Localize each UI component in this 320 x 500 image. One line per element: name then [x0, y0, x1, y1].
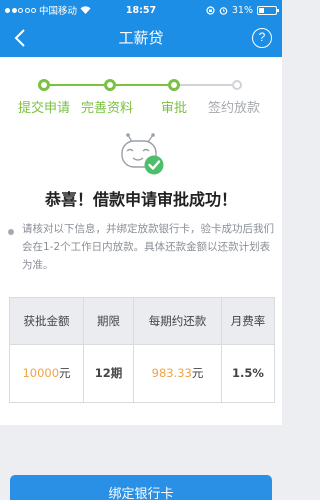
cell-installment: 983.33元 — [133, 343, 222, 404]
notice-bullet — [8, 229, 14, 235]
table-row: 10000元 12期 983.33元 1.5% — [9, 343, 275, 404]
battery-icon — [257, 5, 279, 15]
step-dot-approval — [168, 79, 180, 91]
help-button[interactable]: ? — [252, 28, 272, 48]
step-connector — [180, 84, 232, 86]
signal-icon — [5, 7, 36, 13]
installment-amount: 983.33 — [151, 366, 192, 381]
step-label-profile: 完善资料 — [81, 101, 134, 116]
page-title: 工薪贷 — [118, 29, 164, 47]
approved-amount: 10000 — [22, 366, 60, 381]
installment-unit: 元 — [191, 366, 204, 381]
step-label-approval: 审批 — [161, 101, 188, 116]
header-term: 期限 — [83, 297, 134, 345]
alarm-icon — [219, 6, 228, 15]
step-dot-profile — [104, 79, 116, 91]
battery-percent: 31% — [231, 4, 253, 16]
cell-monthly-rate: 1.5% — [221, 343, 275, 404]
cell-term: 12期 — [83, 343, 134, 404]
header-installment: 每期约还款 — [133, 297, 222, 345]
step-dot-submitted — [38, 79, 50, 91]
step-dot-signing — [232, 80, 242, 90]
notice-text: 请核对以下信息，并绑定放款银行卡，验卡成功后我们会在1-2个工作日内放款。具体还… — [22, 223, 274, 271]
lock-rotation-icon — [206, 5, 215, 15]
success-title: 恭喜！借款申请审批成功！ — [44, 190, 237, 209]
nav-bar: 工薪贷 ? — [0, 20, 282, 57]
step-label-signing: 签约放款 — [208, 101, 261, 116]
amount-unit: 元 — [59, 366, 71, 381]
loan-summary-table: 获批金额 期限 每期约还款 月费率 10000元 12期 983.33元 1.5… — [9, 297, 275, 404]
approved-mascot-icon — [121, 133, 164, 175]
step-label-submitted: 提交申请 — [18, 101, 71, 116]
step-connector — [116, 84, 168, 86]
bind-bank-card-button[interactable]: 绑定银行卡 — [10, 475, 272, 500]
header-approved-amount: 获批金额 — [9, 297, 84, 345]
status-bar: 中国移动 18:57 31% — [0, 0, 282, 20]
cell-approved-amount: 10000元 — [9, 343, 84, 404]
header-monthly-rate: 月费率 — [221, 297, 275, 345]
carrier-label: 中国移动 — [39, 6, 78, 17]
step-connector — [46, 84, 104, 86]
wifi-icon — [80, 6, 91, 14]
